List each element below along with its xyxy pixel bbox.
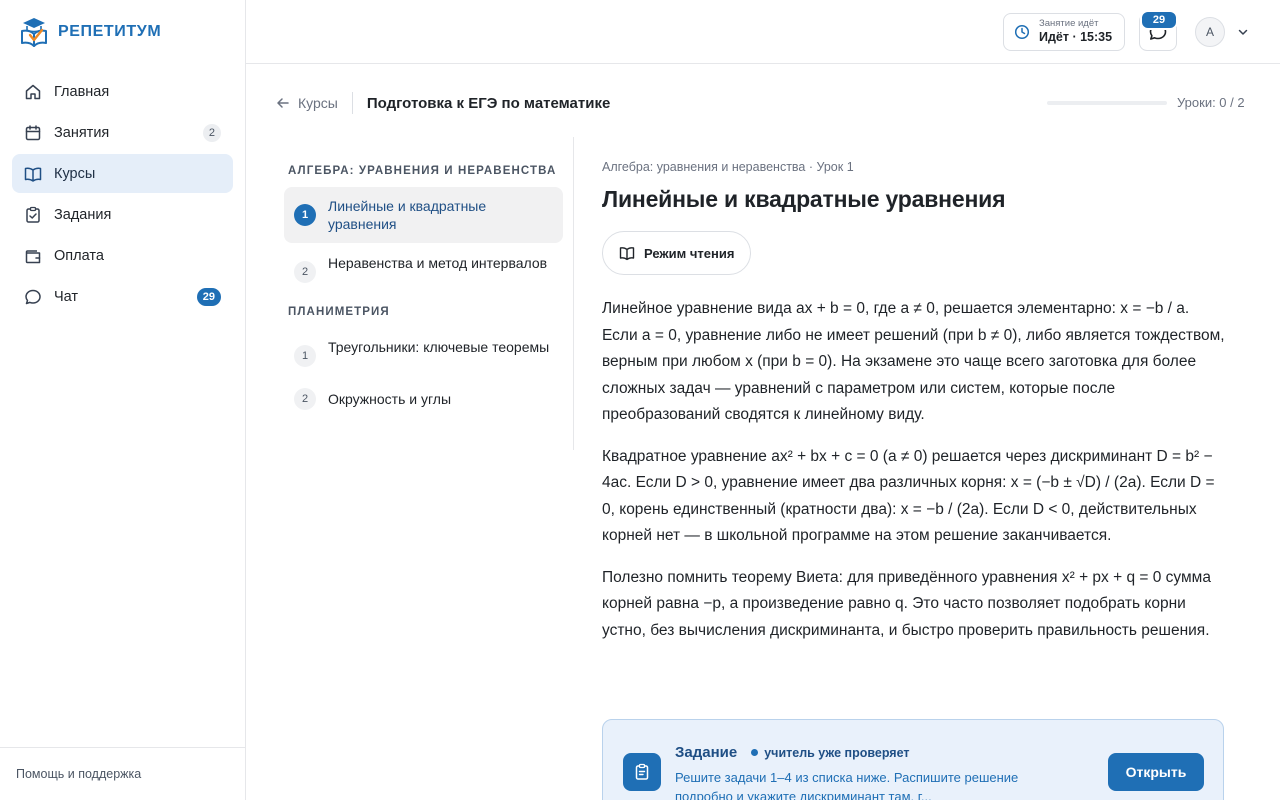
sidebar: РЕПЕТИТУМ Главная Занятия 2 Курсы Задани… — [0, 0, 246, 800]
avatar: A — [1195, 17, 1225, 47]
lesson-item[interactable]: 1 Треугольники: ключевые теоремы — [284, 328, 563, 377]
chat-button[interactable]: 29 — [1139, 10, 1178, 51]
lesson-content: Алгебра: уравнения и неравенства · Урок … — [602, 160, 1226, 644]
open-book-icon — [24, 165, 42, 183]
chat-bubble-icon — [24, 288, 42, 306]
home-icon — [24, 83, 42, 101]
progress-label: Уроки: 0 / 2 — [1177, 95, 1245, 110]
lesson-number: 2 — [294, 388, 316, 410]
lesson-number: 1 — [294, 204, 316, 226]
sidebar-item-home[interactable]: Главная — [12, 72, 233, 111]
back-link-label: Курсы — [298, 95, 338, 111]
session-caption: Занятие идёт — [1039, 18, 1099, 30]
lesson-label: Окружность и углы — [328, 391, 452, 407]
chevron-down-icon — [1237, 26, 1249, 38]
task-status: учитель уже проверяет — [751, 745, 910, 760]
topbar: Занятие идёт Идёт · 15:35 29 A — [246, 0, 1280, 64]
lesson-number: 2 — [294, 261, 316, 283]
wallet-icon — [24, 247, 42, 265]
lesson-item[interactable]: 2 Неравенства и метод интервалов — [284, 244, 563, 293]
session-text: Занятие идёт Идёт · 15:35 — [1039, 18, 1113, 45]
course-title: Подготовка к ЕГЭ по математике — [366, 94, 611, 112]
calendar-icon — [24, 124, 42, 142]
help-support-link[interactable]: Помощь и поддержка — [0, 747, 245, 800]
lesson-number: 1 — [294, 345, 316, 367]
section-title: ПЛАНИМЕТРИЯ — [288, 306, 390, 318]
lesson-title: Линейные и квадратные уравнения — [602, 186, 1006, 212]
clipboard-check-icon — [24, 206, 42, 224]
task-header: Задание учитель уже проверяет — [675, 744, 910, 761]
status-dot-icon — [751, 749, 759, 756]
lessons-count-badge: 2 — [202, 123, 221, 142]
sidebar-item-tasks[interactable]: Задания — [12, 195, 233, 234]
brand[interactable]: РЕПЕТИТУМ — [20, 16, 161, 48]
book-education-logo-icon — [20, 16, 48, 48]
reading-mode-button[interactable]: Режим чтения — [602, 231, 752, 275]
clock-icon — [1014, 24, 1030, 40]
back-to-courses-link[interactable]: Курсы — [276, 92, 353, 114]
lessons-list: АЛГЕБРА: УРАВНЕНИЯ И НЕРАВЕНСТВА 1 Линей… — [284, 137, 574, 450]
task-status-label: учитель уже проверяет — [764, 745, 910, 760]
sidebar-item-lessons[interactable]: Занятия 2 — [12, 113, 233, 152]
open-task-button[interactable]: Открыть — [1108, 753, 1204, 791]
sidebar-item-label: Занятия — [54, 124, 110, 141]
sidebar-item-label: Главная — [54, 83, 110, 100]
sidebar-item-label: Задания — [54, 206, 112, 223]
reading-mode-label: Режим чтения — [644, 245, 735, 261]
sidebar-item-label: Курсы — [54, 165, 96, 182]
task-card: Задание учитель уже проверяет Решите зад… — [602, 719, 1224, 800]
lesson-label: Линейные и квадратные уравнения — [328, 198, 487, 232]
task-title: Задание — [675, 744, 738, 761]
sidebar-item-chat[interactable]: Чат 29 — [12, 277, 233, 316]
sidebar-item-label: Чат — [54, 288, 79, 305]
sidebar-nav: Главная Занятия 2 Курсы Задания Оплата Ч… — [12, 72, 233, 318]
lesson-paragraph: Линейное уравнение вида ax + b = 0, где … — [602, 300, 1225, 423]
clipboard-icon — [623, 753, 661, 791]
user-menu[interactable]: A — [1195, 17, 1249, 47]
breadcrumb: Курсы Подготовка к ЕГЭ по математике — [276, 92, 610, 114]
session-status[interactable]: Занятие идёт Идёт · 15:35 — [1003, 13, 1125, 51]
lesson-paragraph: Квадратное уравнение ax² + bx + c = 0 (a… — [602, 447, 1215, 545]
progress-track — [1047, 100, 1167, 105]
brand-name: РЕПЕТИТУМ — [58, 23, 162, 40]
session-value: Идёт · 15:35 — [1039, 30, 1113, 45]
chat-count-badge: 29 — [196, 287, 221, 306]
open-book-icon — [619, 245, 635, 261]
sidebar-item-label: Оплата — [54, 247, 104, 264]
course-progress: Уроки: 0 / 2 — [1047, 95, 1245, 110]
task-description: Решите задачи 1–4 из списка ниже. Распиш… — [675, 770, 1019, 800]
lesson-item[interactable]: 2 Окружность и углы — [284, 378, 563, 420]
lesson-item[interactable]: 1 Линейные и квадратные уравнения — [284, 187, 563, 243]
sidebar-item-payment[interactable]: Оплата — [12, 236, 233, 275]
sidebar-item-courses[interactable]: Курсы — [12, 154, 233, 193]
lesson-paragraph: Полезно помнить теорему Виета: для приве… — [602, 568, 1211, 639]
lesson-meta: Алгебра: уравнения и неравенства · Урок … — [602, 160, 854, 174]
chat-notification-badge: 29 — [1140, 10, 1178, 30]
lesson-label: Треугольники: ключевые теоремы — [328, 339, 550, 355]
section-title: АЛГЕБРА: УРАВНЕНИЯ И НЕРАВЕНСТВА — [288, 165, 557, 177]
arrow-left-icon — [276, 96, 290, 110]
lesson-label: Неравенства и метод интервалов — [328, 255, 548, 271]
